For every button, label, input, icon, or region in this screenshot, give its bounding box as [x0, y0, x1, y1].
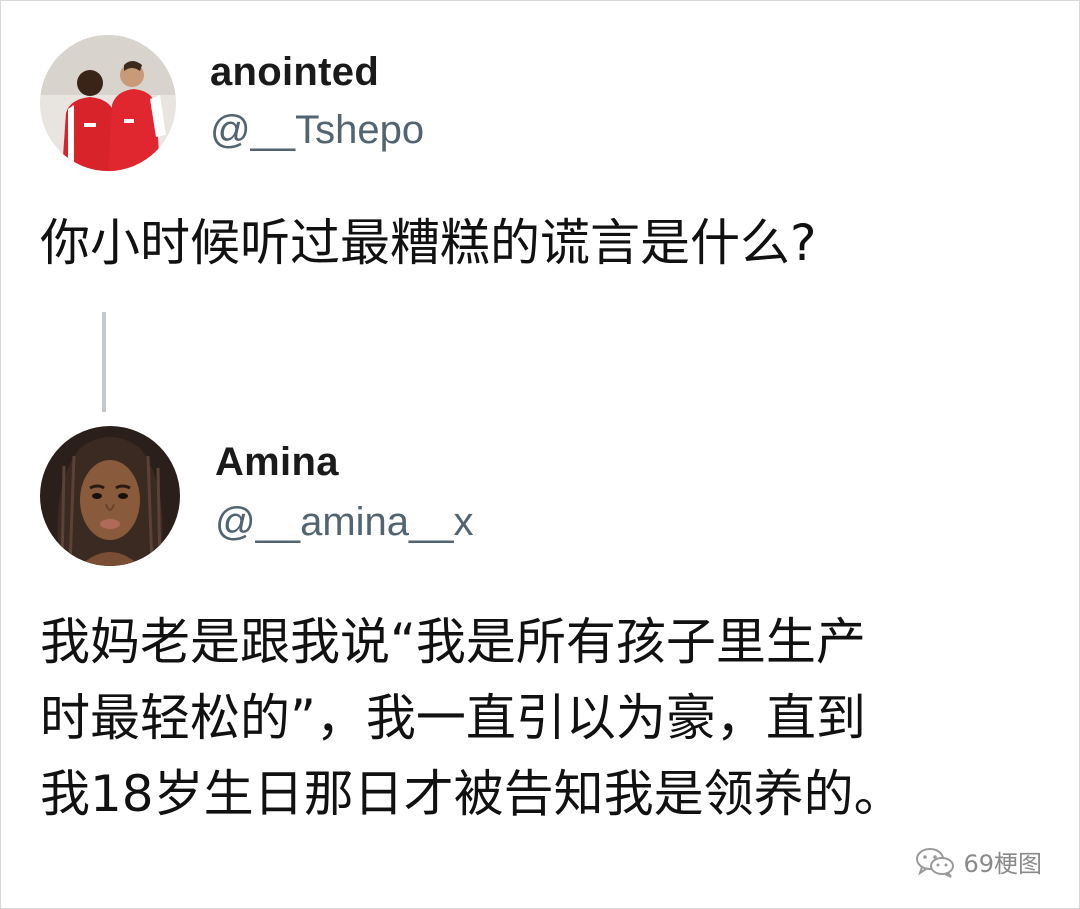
avatar-football-players-icon[interactable] [40, 35, 176, 171]
tweet-text-line: 我18岁生日那日才被告知我是领养的。 [40, 765, 904, 823]
watermark-label: 69梗图 [963, 850, 1042, 878]
user-handle[interactable]: @__amina__x [215, 500, 474, 545]
display-name[interactable]: Amina [215, 440, 339, 485]
display-name[interactable]: anointed [210, 50, 379, 95]
tweet-text-line: 我妈老是跟我说“我是所有孩子里生产 [40, 613, 866, 671]
tweet-text: 你小时候听过最糟糕的谎言是什么? [40, 214, 817, 272]
tweet-text: 我妈老是跟我说“我是所有孩子里生产 时最轻松的”，我一直引以为豪，直到 我18岁… [40, 604, 1040, 832]
user-handle[interactable]: @__Tshepo [210, 108, 424, 153]
watermark: 69梗图 [915, 844, 1042, 879]
wechat-icon [916, 847, 955, 878]
tweet-text-line: 时最轻松的”，我一直引以为豪，直到 [40, 689, 866, 747]
avatar-woman-portrait-icon[interactable] [40, 426, 180, 566]
thread-connector-line [102, 312, 106, 412]
